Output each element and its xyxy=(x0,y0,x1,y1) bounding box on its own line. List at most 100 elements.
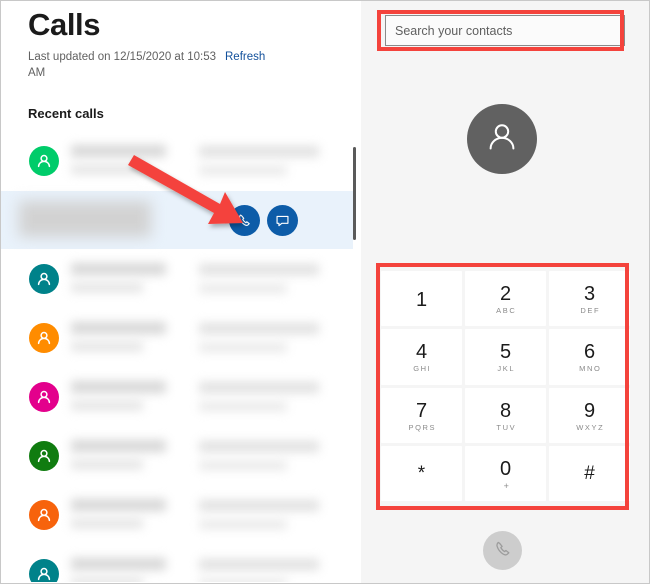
person-icon xyxy=(35,270,53,288)
dial-call-button[interactable] xyxy=(483,531,522,570)
dialpad-key-letters: MNO xyxy=(579,364,602,374)
person-icon xyxy=(35,152,53,170)
dialpad-key-star[interactable]: * xyxy=(381,445,462,501)
redacted-contact-subtitle xyxy=(71,578,143,582)
dialpad-key-digit: 8 xyxy=(499,399,512,422)
calls-pane: Calls Last updated on 12/15/2020 at 10:5… xyxy=(1,1,360,583)
dialpad-key-4[interactable]: 4 GHI xyxy=(381,329,462,385)
redacted-call-meta xyxy=(199,264,319,275)
call-list-item[interactable] xyxy=(1,309,353,367)
contact-avatar xyxy=(29,323,59,353)
row-message-button[interactable] xyxy=(267,205,298,236)
redacted-call-meta xyxy=(199,500,319,511)
contact-avatar xyxy=(29,441,59,471)
dialpad-key-9[interactable]: 9 WXYZ xyxy=(549,387,630,443)
dialpad-key-letters: JKL xyxy=(497,364,516,374)
recent-calls-list[interactable] xyxy=(1,132,360,582)
last-updated-text: Last updated on 12/15/2020 at 10:53 AM xyxy=(28,51,216,79)
dialpad-key-8[interactable]: 8 TUV xyxy=(465,387,546,443)
dialpad-key-5[interactable]: 5 JKL xyxy=(465,329,546,385)
redacted-contact-subtitle xyxy=(71,460,143,469)
contact-avatar xyxy=(467,104,537,174)
dialpad-key-0[interactable]: 0 + xyxy=(465,445,546,501)
call-list-item[interactable] xyxy=(1,427,353,485)
redacted-contact-subtitle xyxy=(71,283,143,292)
redacted-contact-name xyxy=(71,145,166,157)
redacted-contact-subtitle xyxy=(71,519,143,528)
dialpad-key-2[interactable]: 2 ABC xyxy=(465,271,546,327)
dialpad-key-1[interactable]: 1 xyxy=(381,271,462,327)
contact-avatar xyxy=(29,264,59,294)
dialpad-key-letters: GHI xyxy=(413,364,432,374)
redacted-call-time xyxy=(199,402,287,411)
call-list-item[interactable] xyxy=(1,132,353,190)
dialpad-key-digit: 1 xyxy=(415,288,428,311)
person-icon xyxy=(35,447,53,465)
dialpad-key-digit: 6 xyxy=(583,341,596,364)
contact-avatar xyxy=(29,500,59,530)
refresh-link[interactable]: Refresh xyxy=(225,51,265,63)
call-list-item[interactable] xyxy=(1,486,353,544)
contact-avatar xyxy=(29,146,59,176)
redacted-contact-name xyxy=(71,322,166,334)
dialpad-key-digit: # xyxy=(584,463,595,485)
redacted-contact-name xyxy=(71,440,166,452)
redacted-call-time xyxy=(199,166,287,175)
dialpad-key-3[interactable]: 3 DEF xyxy=(549,271,630,327)
redacted-contact-name xyxy=(71,558,166,570)
dialpad-key-letters: ABC xyxy=(496,306,517,316)
person-icon xyxy=(35,506,53,524)
dialpad-key-letters: WXYZ xyxy=(576,422,605,432)
dialpad-key-letters: PQRS xyxy=(408,422,437,432)
calls-app-window: Calls Last updated on 12/15/2020 at 10:5… xyxy=(0,0,650,584)
person-icon xyxy=(35,565,53,582)
contact-avatar xyxy=(29,559,59,582)
redacted-call-time xyxy=(199,284,287,293)
call-list-item[interactable] xyxy=(1,545,353,582)
page-title: Calls xyxy=(28,7,101,42)
chat-icon xyxy=(274,212,291,229)
person-icon xyxy=(35,329,53,347)
phone-icon xyxy=(493,539,513,562)
dialer-pane: 12ABC3DEF4GHI5JKL6MNO7PQRS8TUV9WXYZ*0+# xyxy=(361,1,649,583)
redacted-contact-info xyxy=(19,201,151,237)
redacted-contact-subtitle xyxy=(71,342,143,351)
call-list-scrollbar-thumb[interactable] xyxy=(353,147,356,240)
redacted-call-meta xyxy=(199,559,319,570)
search-input[interactable] xyxy=(385,15,625,46)
redacted-call-time xyxy=(199,579,287,582)
dialpad-key-hash[interactable]: # xyxy=(549,445,630,501)
dialpad-key-digit: 2 xyxy=(499,283,512,306)
dialpad-key-7[interactable]: 7 PQRS xyxy=(381,387,462,443)
recent-calls-heading: Recent calls xyxy=(28,106,104,121)
call-list-item[interactable] xyxy=(1,368,353,426)
redacted-call-meta xyxy=(199,441,319,452)
call-list-item[interactable] xyxy=(1,250,353,308)
dialpad-key-digit: 3 xyxy=(583,283,596,306)
redacted-contact-subtitle xyxy=(71,165,143,174)
dialpad-key-letters: TUV xyxy=(496,422,517,432)
redacted-call-meta xyxy=(199,146,319,157)
phone-icon xyxy=(236,212,253,229)
person-icon xyxy=(35,388,53,406)
redacted-contact-name xyxy=(71,381,166,393)
redacted-contact-name xyxy=(71,499,166,511)
dialpad-key-digit: 9 xyxy=(583,399,596,422)
dialpad-key-digit: * xyxy=(417,463,426,485)
redacted-contact-name xyxy=(71,263,166,275)
person-icon xyxy=(483,118,521,161)
dialpad[interactable]: 1 2 ABC 3 DEF 4 GHI 5 JKL 6 MNO 7 PQRS 8 TUV 9 WXYZ * 0 + # xyxy=(381,271,630,501)
dialpad-key-digit: 5 xyxy=(499,341,512,364)
redacted-call-meta xyxy=(199,382,319,393)
dialpad-key-letters: DEF xyxy=(580,306,601,316)
dialpad-key-letters: + xyxy=(503,480,509,491)
dialpad-key-digit: 4 xyxy=(415,341,428,364)
redacted-call-time xyxy=(199,343,287,352)
row-call-button[interactable] xyxy=(229,205,260,236)
redacted-call-time xyxy=(199,520,287,529)
dialpad-key-6[interactable]: 6 MNO xyxy=(549,329,630,385)
row-action-buttons[interactable] xyxy=(229,205,298,236)
redacted-call-meta xyxy=(199,323,319,334)
call-list-item[interactable] xyxy=(1,191,353,249)
dialpad-key-digit: 7 xyxy=(415,399,428,422)
